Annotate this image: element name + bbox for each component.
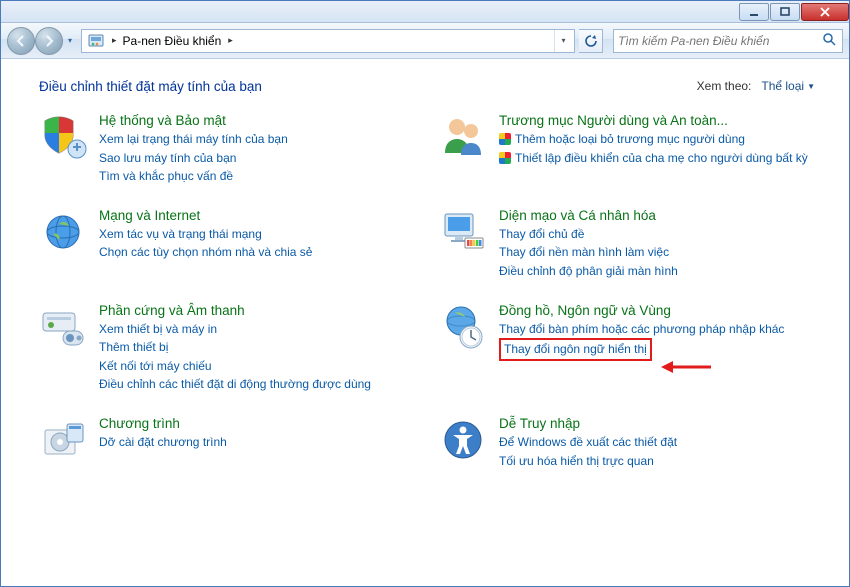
maximize-button[interactable] [770,3,800,21]
view-by-dropdown[interactable]: Thể loại ▼ [757,77,819,95]
task-parental-controls[interactable]: Thiết lập điều khiển của cha mẹ cho ngườ… [499,149,819,168]
breadcrumb-control-panel[interactable]: Pa-nen Điều khiển ▸ [119,32,241,50]
task-add-remove-accounts[interactable]: Thêm hoặc loại bỏ trương mục người dùng [499,130,819,149]
task-desktop-background[interactable]: Thay đổi nền màn hình làm việc [499,243,819,262]
nav-history-dropdown[interactable]: ▾ [63,31,77,51]
page-header: Điều chỉnh thiết đặt máy tính của bạn Xe… [39,77,819,95]
category-title-appearance[interactable]: Diện mạo và Cá nhân hóa [499,208,656,223]
category-clock-language: Đồng hồ, Ngôn ngữ và Vùng Thay đổi bàn p… [439,303,819,394]
task-change-theme[interactable]: Thay đổi chủ đề [499,225,819,244]
control-panel-icon [88,33,106,49]
view-by-value: Thể loại [761,79,804,93]
category-title-users[interactable]: Trương mục Người dùng và An toàn... [499,113,728,128]
task-homegroup[interactable]: Chọn các tùy chọn nhóm nhà và chia sẻ [99,243,419,262]
task-review-status[interactable]: Xem lại trạng thái máy tính của bạn [99,130,419,149]
back-button[interactable] [7,27,35,55]
address-dropdown[interactable]: ▾ [554,30,572,52]
category-system-security: Hệ thống và Bảo mật Xem lại trạng thái m… [39,113,419,186]
category-hardware: Phần cứng và Âm thanh Xem thiết bị và má… [39,303,419,394]
category-title-clock[interactable]: Đồng hồ, Ngôn ngữ và Vùng [499,303,671,318]
breadcrumb: ▸ Pa-nen Điều khiển ▸ [110,32,554,50]
category-title-ease[interactable]: Dễ Truy nhập [499,416,580,431]
task-windows-suggest[interactable]: Để Windows đề xuất các thiết đặt [499,433,819,452]
minimize-button[interactable] [739,3,769,21]
category-title-system[interactable]: Hệ thống và Bảo mật [99,113,226,128]
system-security-icon [39,113,87,161]
forward-button[interactable] [35,27,63,55]
task-backup[interactable]: Sao lưu máy tính của bạn [99,149,419,168]
address-bar[interactable]: ▸ Pa-nen Điều khiển ▸ ▾ [81,29,575,53]
category-ease-of-access: Dễ Truy nhập Để Windows đề xuất các thiế… [439,416,819,470]
close-button[interactable] [801,3,849,21]
breadcrumb-arrow-icon: ▸ [226,35,235,46]
category-title-network[interactable]: Mạng và Internet [99,208,200,223]
breadcrumb-label: Pa-nen Điều khiển [123,34,222,48]
task-input-methods[interactable]: Thay đổi bàn phím hoặc các phương pháp n… [499,320,819,339]
programs-icon [39,416,87,464]
user-accounts-icon [439,113,487,161]
category-network: Mạng và Internet Xem tác vụ và trạng thá… [39,208,419,281]
view-by-label: Xem theo: [697,79,752,93]
clock-language-icon [439,303,487,351]
search-icon[interactable] [822,32,838,49]
task-uninstall[interactable]: Dỡ cài đặt chương trình [99,433,419,452]
chevron-down-icon: ▼ [807,82,815,91]
task-optimize-display[interactable]: Tối ưu hóa hiển thị trực quan [499,452,819,471]
content-area: Điều chỉnh thiết đặt máy tính của bạn Xe… [1,59,849,586]
task-connect-projector[interactable]: Kết nối tới máy chiếu [99,357,419,376]
window-titlebar [1,1,849,23]
category-title-programs[interactable]: Chương trình [99,416,180,431]
search-input[interactable] [618,34,822,48]
network-icon [39,208,87,256]
task-screen-resolution[interactable]: Điều chỉnh độ phân giải màn hình [499,262,819,281]
task-mobility-settings[interactable]: Điều chỉnh các thiết đặt di động thường … [99,375,419,394]
category-programs: Chương trình Dỡ cài đặt chương trình [39,416,419,470]
nav-arrow-group: ▾ [7,27,77,55]
navigation-toolbar: ▾ ▸ Pa-nen Điều khiển ▸ ▾ [1,23,849,59]
breadcrumb-root-arrow[interactable]: ▸ [110,35,119,46]
view-by: Xem theo: Thể loại ▼ [697,77,819,95]
task-devices-printers[interactable]: Xem thiết bị và máy in [99,320,419,339]
page-title: Điều chỉnh thiết đặt máy tính của bạn [39,79,262,94]
category-title-hardware[interactable]: Phần cứng và Âm thanh [99,303,245,318]
task-add-device[interactable]: Thêm thiết bị [99,338,419,357]
hardware-icon [39,303,87,351]
category-appearance: Diện mạo và Cá nhân hóa Thay đổi chủ đề … [439,208,819,281]
appearance-icon [439,208,487,256]
ease-of-access-icon [439,416,487,464]
category-user-accounts: Trương mục Người dùng và An toàn... Thêm… [439,113,819,186]
search-box[interactable] [613,29,843,53]
task-troubleshoot[interactable]: Tìm và khắc phục vấn đề [99,167,419,186]
window-controls [738,3,849,21]
task-display-language[interactable]: Thay đổi ngôn ngữ hiển thị [499,338,652,361]
task-network-status[interactable]: Xem tác vụ và trạng thái mạng [99,225,419,244]
control-panel-window: ▾ ▸ Pa-nen Điều khiển ▸ ▾ [0,0,850,587]
category-grid: Hệ thống và Bảo mật Xem lại trạng thái m… [39,113,819,470]
refresh-button[interactable] [579,29,603,53]
